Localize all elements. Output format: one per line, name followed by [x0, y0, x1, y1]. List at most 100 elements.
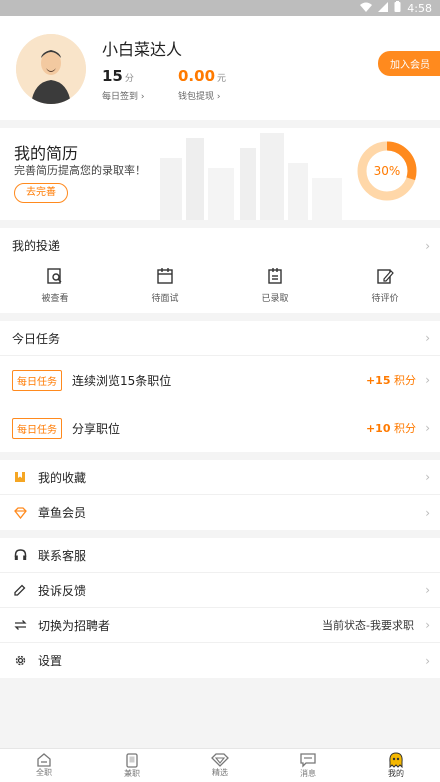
cell-signal-icon: [378, 1, 389, 15]
delivery-review[interactable]: 待评价: [330, 263, 440, 313]
tab-label: 全职: [36, 768, 52, 777]
tasks-title: 今日任务: [12, 331, 61, 346]
menu-item-feedback[interactable]: 投诉反馈 ›: [0, 573, 440, 608]
wallet-value: 0.00: [178, 67, 216, 85]
task-points-value: +15: [365, 374, 391, 387]
menu-item-switch-role[interactable]: 切换为招聘者 当前状态-我要求职 ›: [0, 608, 440, 643]
gem-icon: [211, 753, 229, 767]
review-icon: [377, 269, 394, 284]
hired-icon: [268, 268, 282, 284]
menu-item-label: 联系客服: [38, 548, 87, 563]
resume-progress-label: 30%: [373, 164, 401, 178]
tasks-header[interactable]: 今日任务 ›: [0, 321, 440, 356]
tab-mine[interactable]: 我的: [352, 749, 440, 782]
delivery-hired-label: 已录取: [261, 294, 289, 304]
menu-item-support[interactable]: 联系客服: [0, 538, 440, 573]
chevron-right-icon: ›: [425, 331, 430, 345]
profile-card: 小白菜达人 15 分 每日签到 › 0.00 元 钱包提现 › 加入会员: [0, 16, 440, 120]
points-value: 15: [102, 67, 123, 85]
delivery-interview-label: 待面试: [151, 294, 179, 304]
task-tag: 每日任务: [12, 417, 62, 439]
avatar[interactable]: [16, 34, 86, 104]
tab-label: 精选: [212, 768, 228, 777]
delivery-viewed[interactable]: 被查看: [0, 263, 110, 313]
diamond-icon: [12, 505, 28, 521]
menu-item-label: 切换为招聘者: [38, 618, 111, 633]
viewed-icon: [47, 268, 62, 284]
wifi-icon: [360, 2, 373, 15]
chevron-right-icon: ›: [425, 583, 430, 597]
tab-parttime[interactable]: 兼职: [88, 749, 176, 782]
points-unit: 分: [124, 74, 134, 84]
tab-label: 消息: [300, 768, 316, 778]
gear-icon: [12, 653, 28, 669]
delivery-viewed-label: 被查看: [41, 294, 69, 304]
menu-item-label: 设置: [38, 654, 63, 668]
bottom-tab-bar: 全职 兼职 精选 消息 我的: [0, 748, 440, 782]
octopus-icon: [389, 752, 403, 768]
chevron-right-icon: ›: [425, 373, 430, 387]
chevron-right-icon: ›: [425, 505, 430, 520]
home-icon: [37, 753, 51, 767]
delivery-review-label: 待评价: [371, 294, 399, 304]
menu-item-favorites[interactable]: 我的收藏 ›: [0, 460, 440, 495]
task-name: 连续浏览15条职位: [72, 373, 172, 388]
wallet-label: 钱包提现: [178, 92, 215, 102]
menu-group-2: 联系客服 投诉反馈 › 切换为招聘者 当前状态-我要求职 › 设置 ›: [0, 538, 440, 678]
daily-checkin[interactable]: 15 分 每日签到 ›: [102, 66, 145, 102]
task-item[interactable]: 每日任务 分享职位 +10 积分 ›: [0, 404, 440, 452]
chevron-right-icon: ›: [216, 92, 221, 102]
tab-label: 我的: [388, 769, 404, 778]
delivery-section: 我的投递 › 被查看 待面试 已录取 待评价: [0, 228, 440, 313]
tab-fulltime[interactable]: 全职: [0, 749, 88, 782]
menu-item-membership[interactable]: 章鱼会员 ›: [0, 495, 440, 530]
chevron-right-icon: ›: [425, 470, 430, 484]
task-item[interactable]: 每日任务 连续浏览15条职位 +15 积分 ›: [0, 356, 440, 404]
task-points-unit: 积分: [394, 422, 416, 435]
chevron-right-icon: ›: [425, 238, 430, 253]
headset-icon: [12, 547, 28, 563]
join-member-button[interactable]: 加入会员: [378, 51, 440, 76]
user-name: 小白菜达人: [102, 40, 183, 59]
resume-title: 我的简历: [14, 144, 79, 163]
task-points: +10 积分: [366, 420, 416, 436]
wallet-withdraw[interactable]: 0.00 元 钱包提现 ›: [178, 66, 226, 102]
battery-icon: [394, 1, 401, 15]
wallet-unit: 元: [217, 74, 227, 84]
status-time: 4:58: [407, 1, 432, 15]
resume-subtitle: 完善简历提高您的录取率！: [14, 164, 146, 177]
tab-messages[interactable]: 消息: [264, 749, 352, 782]
tab-featured[interactable]: 精选: [176, 749, 264, 782]
menu-group-1: 我的收藏 › 章鱼会员 ›: [0, 460, 440, 530]
chevron-right-icon: ›: [425, 618, 430, 632]
task-tag: 每日任务: [12, 369, 62, 391]
menu-item-settings[interactable]: 设置 ›: [0, 643, 440, 678]
current-status: 当前状态-我要求职: [322, 619, 414, 632]
delivery-grid: 被查看 待面试 已录取 待评价: [0, 263, 440, 313]
calendar-icon: [157, 268, 173, 284]
menu-item-label: 章鱼会员: [38, 506, 87, 520]
complete-resume-button[interactable]: 去完善: [14, 183, 68, 203]
chevron-right-icon: ›: [140, 92, 145, 102]
task-points-unit: 积分: [394, 374, 416, 387]
task-name: 分享职位: [72, 421, 121, 436]
delivery-interview[interactable]: 待面试: [110, 263, 220, 313]
edit-icon: [12, 582, 28, 598]
task-points-value: +10: [365, 422, 391, 435]
phone-icon: [126, 752, 138, 768]
delivery-header[interactable]: 我的投递 ›: [0, 228, 440, 263]
delivery-hired[interactable]: 已录取: [220, 263, 330, 313]
resume-card[interactable]: 我的简历 完善简历提高您的录取率！ 去完善 30%: [0, 128, 440, 220]
tab-label: 兼职: [124, 768, 140, 778]
tasks-section: 今日任务 › 每日任务 连续浏览15条职位 +15 积分 › 每日任务 分享职位…: [0, 321, 440, 452]
favorite-icon: [12, 469, 28, 485]
menu-item-label: 投诉反馈: [38, 583, 87, 598]
checkin-label: 每日签到: [102, 92, 139, 102]
menu-item-label: 我的收藏: [38, 470, 87, 485]
chevron-right-icon: ›: [425, 421, 430, 435]
message-icon: [300, 752, 316, 768]
chevron-right-icon: ›: [425, 653, 430, 668]
switch-icon: [12, 617, 28, 633]
task-points: +15 积分: [366, 372, 416, 388]
delivery-title: 我的投递: [12, 239, 61, 253]
